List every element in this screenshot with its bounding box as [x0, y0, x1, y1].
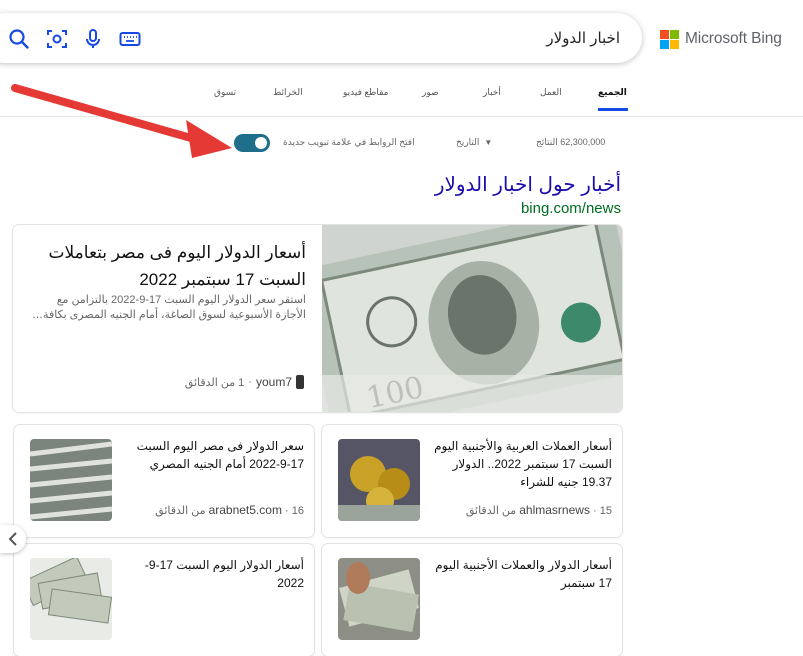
source-logo-icon — [296, 375, 304, 389]
featured-source: youm7 — [255, 375, 292, 389]
tab-images[interactable]: صور — [422, 87, 439, 98]
result-count: 62,300,000 النتائج — [536, 137, 606, 147]
news-card-title[interactable]: سعر الدولار فى مصر اليوم السبت 17-9-2022… — [124, 437, 304, 473]
meta-separator: · — [593, 505, 597, 517]
news-card-title[interactable]: أسعار الدولار اليوم السبت 17-9-2022 — [124, 556, 304, 592]
keyboard-icon[interactable] — [119, 28, 141, 50]
search-icon[interactable] — [8, 28, 30, 50]
news-card-meta: arabnet5.com · 16 من الدقائق — [155, 503, 304, 517]
tab-news[interactable]: أخبار — [483, 87, 501, 98]
visual-search-icon[interactable] — [46, 28, 68, 50]
featured-news-card[interactable]: 100 أسعار الدولار اليوم فى مصر بتعاملات … — [13, 225, 622, 412]
new-tab-label: افتح الروابط في علامة تبويب جديدة — [283, 137, 415, 147]
annotation-arrow-icon — [11, 84, 232, 158]
search-input[interactable]: اخبار الدولار — [546, 29, 620, 47]
news-card[interactable]: أسعار الدولار والعملات الأجنبية اليوم 17… — [322, 544, 622, 656]
chevron-down-icon: ▼ — [484, 138, 493, 147]
bing-logo[interactable]: Microsoft Bing — [660, 27, 782, 51]
news-card-source: arabnet5.com — [208, 503, 282, 517]
dollar-stack-image — [30, 439, 112, 521]
featured-title[interactable]: أسعار الدولار اليوم فى مصر بتعاملات السب… — [36, 239, 306, 293]
news-card-meta: ahlmasrnews · 15 من الدقائق — [466, 503, 612, 517]
toggle-knob — [255, 137, 267, 149]
search-box[interactable]: اخبار الدولار — [0, 13, 642, 63]
news-card[interactable]: أسعار الدولار اليوم السبت 17-9-2022 — [14, 544, 314, 656]
meta-separator: · — [248, 376, 252, 388]
news-card[interactable]: سعر الدولار فى مصر اليوم السبت 17-9-2022… — [14, 425, 314, 537]
tab-videos[interactable]: مقاطع فيديو — [343, 87, 388, 98]
active-tab-indicator — [598, 108, 628, 111]
microsoft-logo-icon — [660, 29, 679, 49]
tab-work[interactable]: العمل — [540, 87, 562, 98]
featured-meta: youm7 · 1 من الدقائق — [185, 375, 304, 389]
meta-separator: · — [285, 505, 289, 517]
featured-time: 1 من الدقائق — [184, 376, 245, 389]
tab-all[interactable]: الجميع — [598, 87, 627, 98]
news-heading[interactable]: أخبار حول اخبار الدولار — [435, 172, 621, 197]
tab-maps[interactable]: الخرائط — [273, 87, 303, 98]
news-card-title[interactable]: أسعار العملات العربية والأجنبية اليوم ال… — [432, 437, 612, 491]
news-card-source: ahlmasrnews — [519, 503, 590, 517]
date-filter[interactable]: ▼ التاريخ — [456, 137, 492, 148]
chevron-left-icon — [8, 532, 17, 546]
logo-text: Microsoft Bing — [685, 30, 782, 47]
news-card[interactable]: أسعار العملات العربية والأجنبية اليوم ال… — [322, 425, 622, 537]
featured-snippet: استقر سعر الدولار اليوم السبت 17-9-2022 … — [32, 294, 306, 321]
news-card-title[interactable]: أسعار الدولار والعملات الأجنبية اليوم 17… — [432, 556, 612, 592]
dollars-hand-image — [338, 558, 420, 640]
bitcoin-image — [338, 439, 420, 521]
dollars-fan-image — [30, 558, 112, 640]
news-url[interactable]: bing.com/news — [521, 200, 621, 217]
date-filter-label: التاريخ — [456, 137, 480, 147]
dollar-bills-image: 100 — [322, 225, 622, 412]
microphone-icon[interactable] — [82, 28, 104, 50]
